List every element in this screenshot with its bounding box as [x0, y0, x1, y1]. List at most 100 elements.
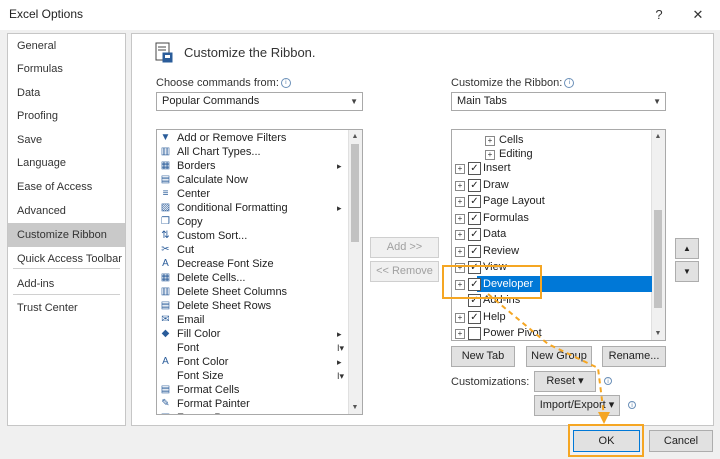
tree-item-page-layout[interactable]: + ✓ Page Layout: [452, 193, 647, 209]
command-item[interactable]: A Decrease Font Size: [157, 257, 347, 271]
expand-icon[interactable]: +: [485, 136, 495, 146]
nav-item-general[interactable]: General: [8, 34, 125, 58]
move-up-button[interactable]: ▲: [675, 238, 699, 259]
customize-ribbon-dropdown[interactable]: Main Tabs ▼: [451, 92, 666, 111]
fill-color-icon: ◆: [161, 328, 170, 339]
copy-icon: ❐: [161, 216, 170, 227]
info-icon: i: [628, 401, 636, 409]
checked-checkbox[interactable]: ✓: [468, 162, 481, 175]
command-item[interactable]: ≡ Center: [157, 187, 347, 201]
command-item[interactable]: ✉ Email: [157, 313, 347, 327]
checked-checkbox[interactable]: ✓: [468, 244, 481, 258]
command-label: Delete Cells...: [177, 272, 246, 284]
format-cells-icon: ▤: [160, 384, 171, 395]
chevron-down-icon: ▼: [350, 97, 358, 106]
tree-item-data[interactable]: + ✓ Data: [452, 226, 647, 242]
command-item[interactable]: ✂ Cut: [157, 243, 347, 257]
nav-item-ease-of-access[interactable]: Ease of Access: [8, 175, 125, 199]
cancel-button[interactable]: Cancel: [649, 430, 713, 452]
command-label: Cut: [177, 244, 195, 256]
command-item[interactable]: ✎ Format Painter: [157, 397, 347, 411]
help-button[interactable]: ?: [648, 4, 670, 26]
command-item[interactable]: ▦ Freeze Panes ▸: [157, 411, 347, 414]
submenu-indicator-icon: ▸: [337, 329, 342, 339]
conditional-formatting-icon: ▨: [160, 202, 171, 213]
tree-item-review[interactable]: + ✓ Review: [452, 243, 647, 259]
command-item[interactable]: ❐ Copy: [157, 215, 347, 229]
nav-item-advanced[interactable]: Advanced: [8, 199, 125, 223]
delete-columns-icon: ▥: [160, 286, 171, 297]
nav-item-proofing[interactable]: Proofing: [8, 104, 125, 128]
add-button[interactable]: Add >>: [370, 237, 439, 258]
nav-item-save[interactable]: Save: [8, 128, 125, 152]
expand-icon[interactable]: +: [455, 312, 465, 323]
command-item[interactable]: ▤ Delete Sheet Rows: [157, 299, 347, 313]
tree-item-draw[interactable]: + ✓ Draw: [452, 177, 647, 193]
command-label: Copy: [177, 216, 203, 228]
nav-item-customize-ribbon[interactable]: Customize Ribbon: [8, 223, 125, 247]
commands-list[interactable]: ▲ ▼ ▼ Add or Remove Filters ▥ All Chart Typ…: [156, 129, 363, 415]
expand-icon[interactable]: +: [455, 246, 465, 257]
nav-item-add-ins[interactable]: Add-ins: [8, 272, 125, 296]
nav-item-formulas[interactable]: Formulas: [8, 57, 125, 81]
command-item[interactable]: A Font Color ▸: [157, 355, 347, 369]
command-item[interactable]: ▤ Format Cells: [157, 383, 347, 397]
command-item[interactable]: ▥ Delete Sheet Columns: [157, 285, 347, 299]
font-icon: [160, 342, 171, 353]
checked-checkbox[interactable]: ✓: [468, 195, 481, 208]
command-item[interactable]: ⇅ Custom Sort...: [157, 229, 347, 243]
nav-item-trust-center[interactable]: Trust Center: [8, 296, 125, 320]
command-item[interactable]: ▨ Conditional Formatting ▸: [157, 201, 347, 215]
command-item[interactable]: Font I▾: [157, 341, 347, 355]
expand-icon[interactable]: +: [455, 230, 465, 240]
tree-item-insert[interactable]: + ✓ Insert: [452, 160, 647, 176]
command-item[interactable]: ◆ Fill Color ▸: [157, 327, 347, 341]
command-item[interactable]: ▼ Add or Remove Filters: [157, 131, 347, 145]
expand-icon[interactable]: +: [455, 213, 465, 224]
command-item[interactable]: ▦ Borders ▸: [157, 159, 347, 173]
command-label: Add or Remove Filters: [177, 132, 287, 144]
command-label: Decrease Font Size: [177, 258, 274, 270]
scroll-thumb[interactable]: [351, 144, 359, 242]
scroll-down-icon[interactable]: ▼: [652, 327, 664, 340]
choose-commands-dropdown[interactable]: Popular Commands ▼: [156, 92, 363, 111]
expand-icon[interactable]: +: [455, 329, 465, 339]
add-remove-filters-icon: ▼: [160, 132, 171, 143]
command-item[interactable]: ▥ All Chart Types...: [157, 145, 347, 159]
command-item[interactable]: Font Size I▾: [157, 369, 347, 383]
submenu-indicator-icon: I▾: [337, 343, 345, 353]
checked-checkbox[interactable]: ✓: [468, 228, 481, 241]
expand-icon[interactable]: +: [485, 150, 495, 160]
borders-icon: ▦: [160, 160, 171, 171]
nav-item-data[interactable]: Data: [8, 81, 125, 105]
cut-icon: ✂: [161, 244, 170, 255]
command-item[interactable]: ▤ Calculate Now: [157, 173, 347, 187]
checked-checkbox[interactable]: ✓: [468, 178, 481, 192]
scroll-down-icon[interactable]: ▼: [349, 401, 361, 414]
font-color-icon: A: [162, 356, 169, 367]
tree-item-label: Insert: [483, 162, 511, 174]
tree-scrollbar[interactable]: ▲ ▼: [651, 130, 665, 340]
command-label: Conditional Formatting: [177, 202, 288, 214]
scroll-up-icon[interactable]: ▲: [349, 130, 361, 143]
command-item[interactable]: ▦ Delete Cells...: [157, 271, 347, 285]
customize-ribbon-panel: Customize the Ribbon. Choose commands fr…: [131, 33, 714, 426]
move-down-button[interactable]: ▼: [675, 261, 699, 282]
customize-ribbon-label: Customize the Ribbon: i: [451, 77, 575, 89]
expand-icon[interactable]: +: [455, 180, 465, 191]
nav-separator: [13, 294, 120, 295]
scroll-up-icon[interactable]: ▲: [652, 130, 664, 143]
command-label: Delete Sheet Columns: [177, 286, 288, 298]
scroll-thumb[interactable]: [654, 210, 662, 308]
customize-ribbon-text: Customize the Ribbon:: [451, 77, 563, 89]
expand-icon[interactable]: +: [455, 164, 465, 174]
nav-item-language[interactable]: Language: [8, 151, 125, 175]
checked-checkbox[interactable]: ✓: [468, 211, 481, 225]
close-button[interactable]: ✕: [687, 4, 709, 26]
remove-button[interactable]: << Remove: [370, 261, 439, 282]
commands-scrollbar[interactable]: ▲ ▼: [348, 130, 362, 414]
command-label: Borders: [177, 160, 216, 172]
submenu-indicator-icon: ▸: [337, 411, 342, 414]
tree-item-formulas[interactable]: + ✓ Formulas: [452, 210, 647, 226]
expand-icon[interactable]: +: [455, 197, 465, 207]
